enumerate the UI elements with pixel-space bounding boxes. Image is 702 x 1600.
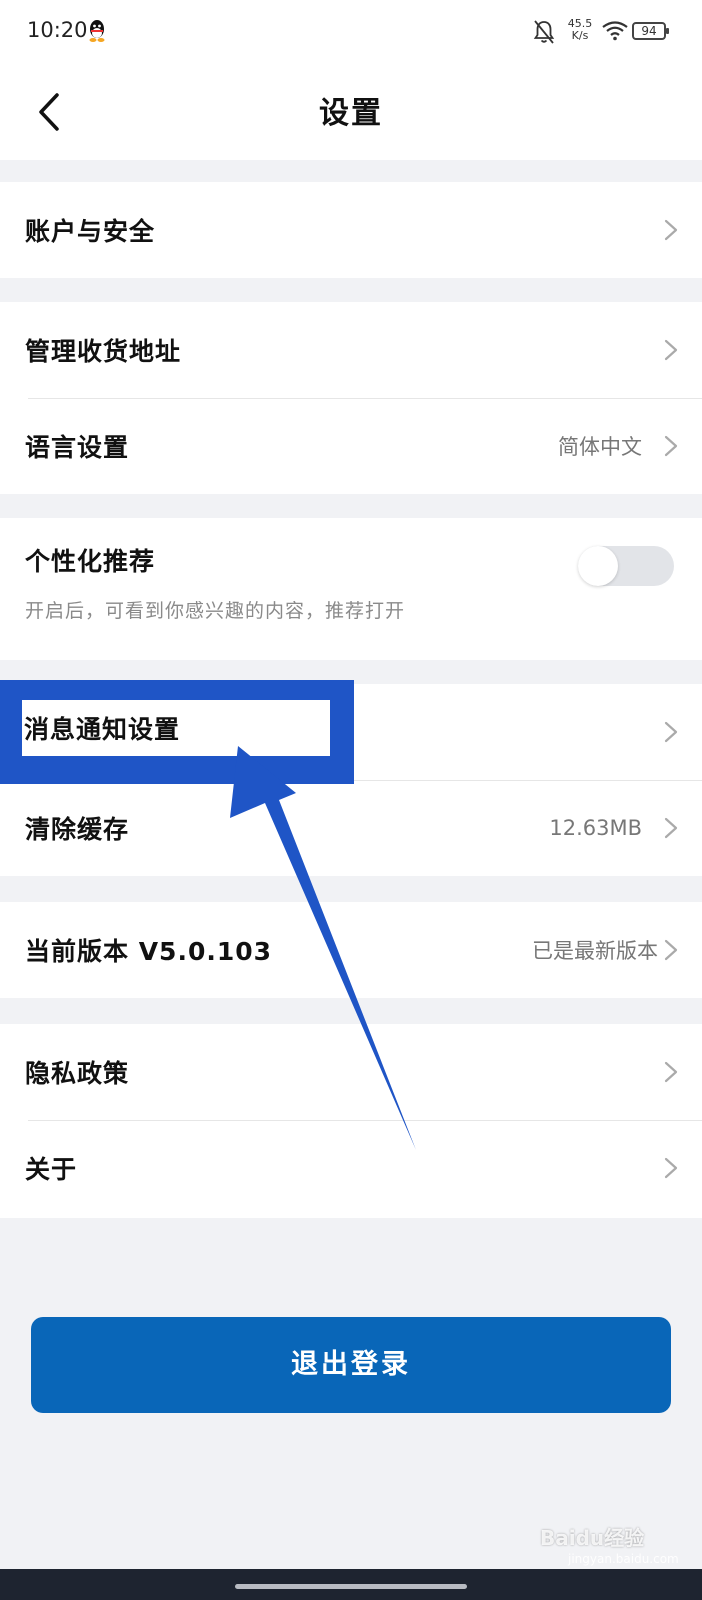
watermark-url: jingyan.baidu.com (568, 1552, 679, 1566)
watermark-logo: Baidu经验 (540, 1526, 645, 1550)
annotation-arrow (230, 746, 416, 1150)
home-indicator[interactable] (235, 1584, 467, 1589)
